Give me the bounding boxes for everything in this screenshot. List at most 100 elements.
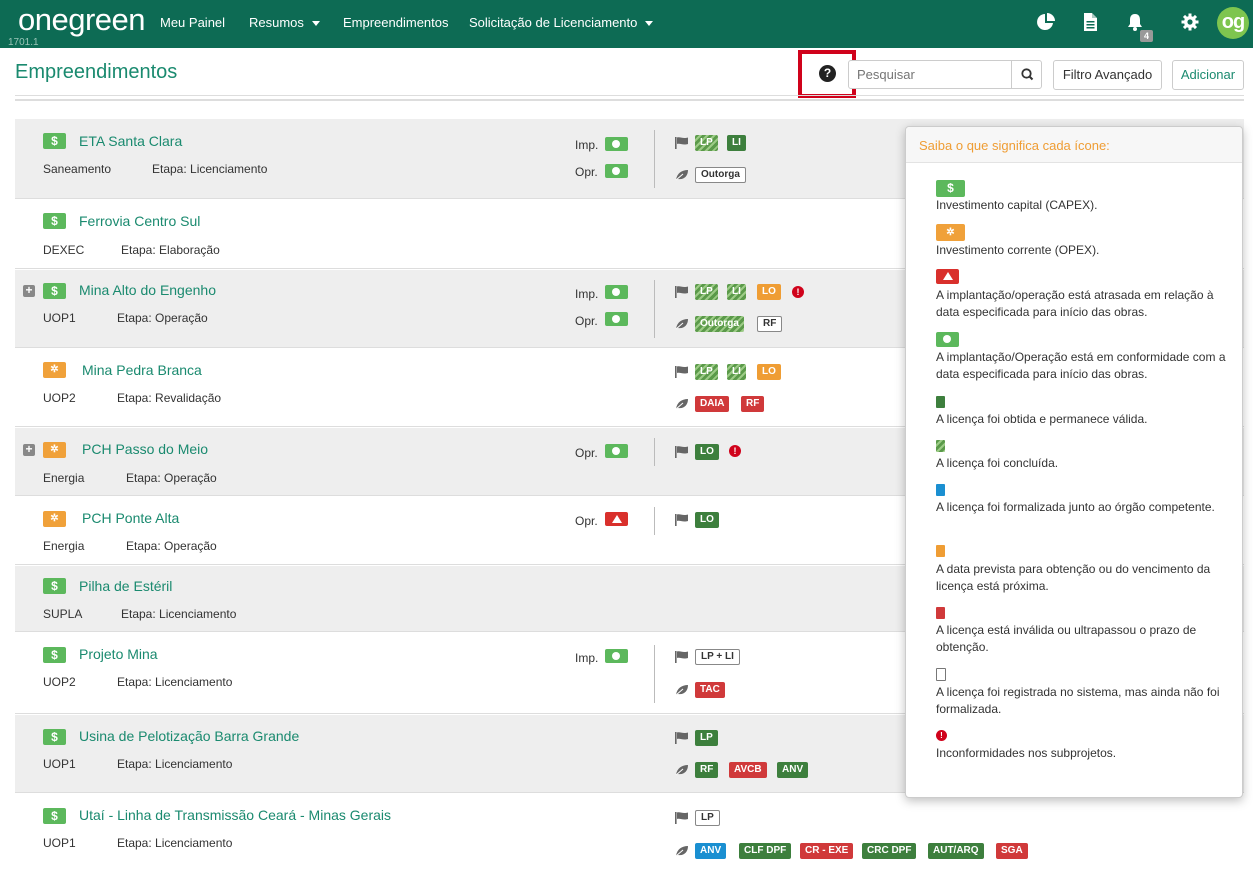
alert-exclamation-icon: ! (792, 286, 804, 298)
license-badge[interactable]: LP (695, 364, 718, 380)
license-badge[interactable]: LP (695, 810, 720, 826)
capex-dollar-icon: $ (43, 647, 66, 663)
leaf-icon (675, 685, 688, 696)
license-badge[interactable]: LO (695, 444, 719, 460)
project-name[interactable]: Mina Alto do Engenho (79, 282, 216, 298)
capex-dollar-icon: $ (43, 808, 66, 824)
license-badge[interactable]: AUT/ARQ (928, 843, 984, 859)
divider (654, 130, 655, 188)
leaf-icon (675, 399, 688, 410)
project-area: UOP1 (43, 757, 76, 771)
search-box (848, 60, 1042, 89)
license-badge[interactable]: LP (695, 730, 718, 746)
project-stage: Etapa: Operação (126, 539, 217, 553)
flag-icon (675, 446, 688, 458)
license-badge[interactable]: LI (727, 135, 746, 151)
project-name[interactable]: Usina de Pelotização Barra Grande (79, 728, 299, 744)
legend-header: Saiba o que significa cada ícone: (906, 127, 1242, 163)
project-name[interactable]: Projeto Mina (79, 646, 158, 662)
project-name[interactable]: Mina Pedra Branca (82, 362, 202, 378)
license-badge[interactable]: TAC (695, 682, 725, 698)
operation-label: Opr. (575, 314, 598, 328)
license-badge[interactable]: CLF DPF (739, 843, 792, 859)
status-ok-icon (605, 312, 628, 326)
divider (654, 280, 655, 338)
logo-text-green: green (68, 2, 146, 37)
license-badge[interactable]: LO (695, 512, 719, 528)
license-badge[interactable]: LO (757, 284, 781, 300)
search-button[interactable] (1011, 61, 1042, 88)
license-badge[interactable]: LI (727, 284, 746, 300)
project-area: Energia (43, 539, 85, 553)
status-late-icon (605, 512, 628, 526)
project-stage: Etapa: Elaboração (121, 243, 220, 257)
project-area: SUPLA (43, 607, 83, 621)
project-row[interactable] (15, 794, 1244, 874)
project-name[interactable]: Utaí - Linha de Transmissão Ceará - Mina… (79, 807, 391, 823)
project-name[interactable]: Pilha de Estéril (79, 578, 172, 594)
project-name[interactable]: ETA Santa Clara (79, 133, 182, 149)
license-badge[interactable]: LI (727, 364, 746, 380)
status-ok-icon (605, 649, 628, 663)
nav-resumos[interactable]: Resumos (249, 15, 320, 30)
legend-item: A licença está inválida ou ultrapassou o… (936, 623, 1197, 654)
top-navbar: onegreen 1701.1 Meu Painel Resumos Empre… (0, 0, 1253, 48)
license-badge[interactable]: SGA (996, 843, 1028, 859)
leaf-icon (675, 319, 688, 330)
license-badge[interactable]: AVCB (729, 762, 767, 778)
project-name[interactable]: PCH Passo do Meio (82, 441, 208, 457)
search-icon (1021, 68, 1034, 81)
license-badge[interactable]: Outorga (695, 167, 746, 183)
leaf-icon (675, 765, 688, 776)
divider (654, 645, 655, 703)
onegreen-logo[interactable]: onegreen (18, 2, 146, 38)
project-stage: Etapa: Licenciamento (117, 836, 233, 850)
license-badge[interactable]: DAIA (695, 396, 730, 412)
add-button[interactable]: Adicionar (1172, 60, 1244, 90)
divider (654, 438, 655, 466)
license-invalid-swatch (936, 607, 945, 619)
license-badge[interactable]: CR - EXE (800, 843, 854, 859)
project-name[interactable]: Ferrovia Centro Sul (79, 213, 200, 229)
legend-item: A licença foi registrada no sistema, mas… (936, 685, 1220, 716)
project-area: DEXEC (43, 243, 85, 257)
operation-label: Opr. (575, 165, 598, 179)
project-name[interactable]: PCH Ponte Alta (82, 510, 179, 526)
license-registered-swatch (936, 668, 946, 681)
legend-item: A licença foi concluída. (936, 456, 1059, 470)
pie-chart-icon[interactable] (1036, 12, 1056, 32)
icon-legend-popover: Saiba o que significa cada ícone: $ Inve… (905, 126, 1243, 798)
license-badge[interactable]: RF (741, 396, 765, 412)
status-late-icon (936, 269, 959, 284)
license-badge[interactable]: RF (757, 316, 783, 332)
bell-icon[interactable] (1125, 12, 1145, 32)
advanced-filter-button[interactable]: Filtro Avançado (1053, 60, 1162, 90)
nav-empreendimentos[interactable]: Empreendimentos (343, 15, 449, 30)
search-input[interactable] (849, 61, 1011, 88)
license-badge[interactable]: LP + LI (695, 649, 740, 665)
license-badge[interactable]: LP (695, 284, 718, 300)
license-badge[interactable]: CRC DPF (862, 843, 917, 859)
expand-icon[interactable]: + (23, 443, 35, 456)
license-badge[interactable]: LP (695, 135, 718, 151)
legend-title: Saiba o que significa cada ícone: (919, 138, 1110, 153)
notification-count-badge: 4 (1140, 30, 1154, 42)
nav-solicitacao-licenciamento[interactable]: Solicitação de Licenciamento (469, 15, 654, 30)
license-badge[interactable]: ANV (777, 762, 809, 778)
opex-gear-icon: ✲ (43, 511, 66, 527)
user-avatar[interactable]: og (1217, 7, 1249, 39)
expand-icon[interactable]: + (23, 284, 35, 297)
gear-icon[interactable] (1180, 12, 1200, 32)
license-badge[interactable]: LO (757, 364, 781, 380)
legend-item: Inconformidades nos subprojetos. (936, 746, 1117, 760)
nav-meu-painel[interactable]: Meu Painel (160, 15, 225, 30)
flag-icon (675, 651, 688, 663)
license-badge[interactable]: ANV (695, 843, 727, 859)
document-icon[interactable] (1080, 12, 1100, 32)
implantation-label: Imp. (575, 287, 599, 301)
license-badge[interactable]: RF (695, 762, 719, 778)
license-badge[interactable]: Outorga (695, 316, 744, 332)
question-circle-icon[interactable]: ? (819, 65, 836, 82)
capex-dollar-icon: $ (43, 133, 66, 149)
project-stage: Etapa: Operação (126, 471, 217, 485)
